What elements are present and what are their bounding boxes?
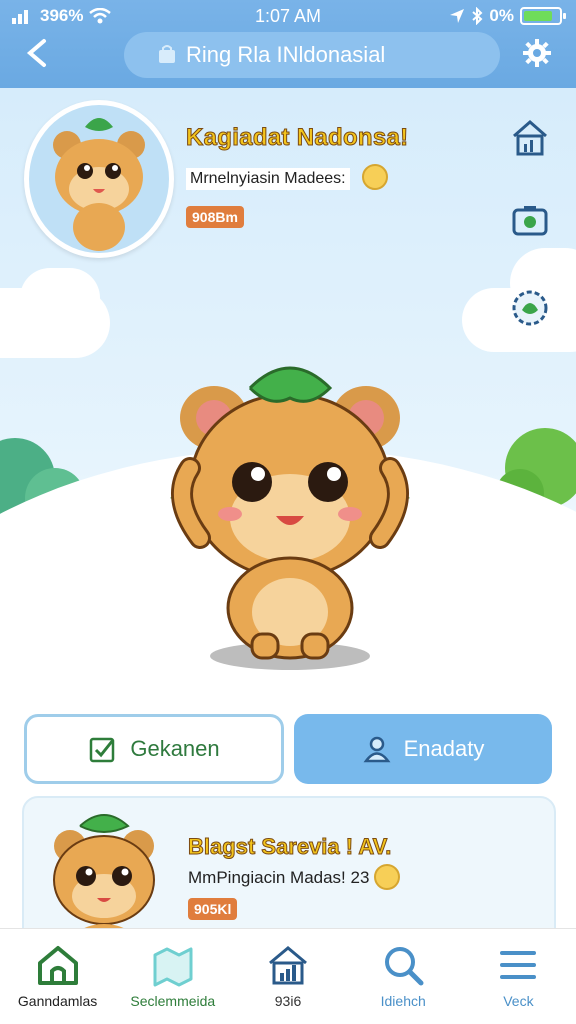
feed-card[interactable]: Blagst Sarevia ! AV. MmPingiacin Madas! …: [22, 796, 556, 946]
nav-label: Veck: [503, 993, 534, 1009]
hamster-mascot-icon: [53, 118, 145, 251]
enadaty-label: Enadaty: [403, 736, 485, 761]
nav-item-veck[interactable]: Veck: [461, 929, 576, 1024]
emoji-icon: [362, 164, 388, 190]
house-chart-icon: [513, 120, 547, 156]
nav-item-seclemmeida[interactable]: Seclemmeida: [115, 929, 230, 1024]
home-icon: [37, 946, 78, 985]
nav-label: Seclemmeida: [130, 993, 216, 1009]
person-icon: [363, 736, 391, 763]
chevron-left-icon: [26, 39, 46, 67]
app-header: 396% 1:07 AM 0% Ring Rla INldonasial: [0, 0, 576, 88]
camera-icon: [512, 206, 548, 236]
title-pill[interactable]: Ring Rla INldonasial: [124, 32, 500, 78]
status-bar: 396% 1:07 AM 0%: [0, 0, 576, 32]
battery-icon: [520, 7, 566, 25]
page-title: Ring Rla INldonasial: [186, 42, 386, 67]
settings-button[interactable]: [522, 38, 554, 70]
seal-icon: [512, 290, 548, 326]
profile-badge: 908Bm: [186, 206, 244, 228]
search-icon: [385, 947, 424, 986]
enadaty-button[interactable]: Enadaty: [294, 714, 552, 784]
bottom-nav: Ganndamlas Seclemmeida 93i6 Idiehch Veck: [0, 928, 576, 1024]
stats-house-icon: [269, 946, 307, 985]
home-stats-button[interactable]: [510, 118, 550, 158]
back-button[interactable]: [24, 38, 56, 72]
profile-avatar[interactable]: [24, 100, 174, 258]
gear-icon: [523, 39, 551, 67]
gekanen-button[interactable]: Gekanen: [24, 714, 284, 784]
menu-icon: [500, 951, 537, 979]
emoji-icon: [374, 864, 400, 890]
card-badge: 905Kl: [188, 898, 238, 920]
location-icon: [450, 9, 465, 23]
profile-subtitle: Mrnelnyiasin Madees:: [186, 168, 350, 190]
nav-item-93i6[interactable]: 93i6: [230, 929, 345, 1024]
nav-item-ganndamlas[interactable]: Ganndamlas: [0, 929, 115, 1024]
camera-button[interactable]: [510, 200, 550, 240]
hamster-hero-image: [170, 366, 410, 670]
card-subtitle: MmPingiacin Madas! 23: [188, 868, 370, 887]
nav-label: Idiehch: [380, 993, 426, 1009]
badge-button[interactable]: [510, 288, 550, 328]
nav-label: 93i6: [274, 993, 302, 1009]
checklist-icon: [90, 737, 115, 763]
bag-icon: [159, 45, 175, 63]
bluetooth-icon: [472, 7, 483, 25]
nav-label: Ganndamlas: [17, 993, 98, 1009]
battery-text: 0%: [489, 6, 514, 25]
profile-name: Kagiadat Nadonsa!: [185, 124, 409, 152]
gekanen-label: Gekanen: [130, 736, 220, 761]
hamster-avatar-icon: [53, 814, 155, 944]
card-title: Blagst Sarevia ! AV.: [187, 834, 392, 860]
cloud-decoration: [20, 268, 100, 328]
nav-item-idiehch[interactable]: Idiehch: [346, 929, 461, 1024]
map-icon: [153, 947, 193, 987]
